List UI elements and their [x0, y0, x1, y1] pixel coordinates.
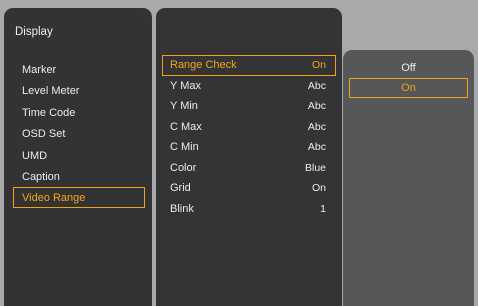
setting-c-max[interactable]: C Max Abc	[162, 117, 336, 138]
menu-item-label: UMD	[22, 149, 48, 162]
menu-item-label: Caption	[22, 170, 60, 183]
menu-item-label: Level Meter	[22, 85, 80, 98]
menu-item-umd[interactable]: UMD	[13, 145, 145, 166]
setting-grid[interactable]: Grid On	[162, 178, 336, 199]
menu-item-caption[interactable]: Caption	[13, 166, 145, 187]
setting-label: Color	[170, 161, 197, 174]
menu-item-video-range[interactable]: Video Range	[13, 187, 145, 209]
category-panel: Display Marker Level Meter Time Code OSD…	[4, 8, 152, 306]
category-title: Display	[15, 26, 53, 38]
setting-label: C Max	[170, 120, 202, 133]
settings-panel: Range Check On Y Max Abc Y Min Abc C Max…	[156, 8, 342, 306]
option-off[interactable]: Off	[349, 58, 468, 78]
setting-value: 1	[320, 202, 326, 215]
option-label: On	[401, 82, 416, 94]
menu-item-label: Marker	[22, 64, 57, 76]
setting-blink[interactable]: Blink 1	[162, 199, 336, 220]
setting-y-min[interactable]: Y Min Abc	[162, 96, 336, 117]
option-label: Off	[401, 62, 416, 74]
setting-color[interactable]: Color Blue	[162, 158, 336, 179]
menu-item-osd-set[interactable]: OSD Set	[13, 123, 145, 144]
setting-value: Abc	[307, 79, 326, 92]
option-on[interactable]: On	[349, 78, 468, 98]
menu-item-marker[interactable]: Marker	[13, 59, 145, 80]
setting-value: Blue	[304, 161, 326, 174]
setting-range-check[interactable]: Range Check On	[162, 55, 336, 76]
menu-item-time-code[interactable]: Time Code	[13, 102, 145, 123]
setting-y-max[interactable]: Y Max Abc	[162, 76, 336, 97]
setting-value: On	[311, 59, 326, 71]
menu-item-label: OSD Set	[22, 128, 66, 141]
setting-label: Grid	[170, 182, 191, 194]
setting-value: Abc	[307, 141, 326, 153]
setting-c-min[interactable]: C Min Abc	[162, 137, 336, 158]
setting-label: C Min	[170, 141, 199, 153]
settings-menu: Range Check On Y Max Abc Y Min Abc C Max…	[162, 55, 336, 219]
setting-value: On	[311, 182, 326, 194]
menu-item-label: Video Range	[22, 192, 86, 205]
setting-value: Abc	[307, 100, 326, 112]
options-panel: Off On	[343, 50, 474, 306]
setting-label: Range Check	[170, 59, 237, 71]
menu-item-level-meter[interactable]: Level Meter	[13, 80, 145, 101]
setting-label: Y Min	[170, 100, 198, 112]
setting-label: Y Max	[170, 79, 201, 92]
category-menu: Marker Level Meter Time Code OSD Set UMD…	[13, 59, 145, 209]
setting-value: Abc	[307, 120, 326, 133]
options-menu: Off On	[349, 58, 468, 98]
setting-label: Blink	[170, 202, 194, 215]
menu-item-label: Time Code	[22, 106, 76, 119]
